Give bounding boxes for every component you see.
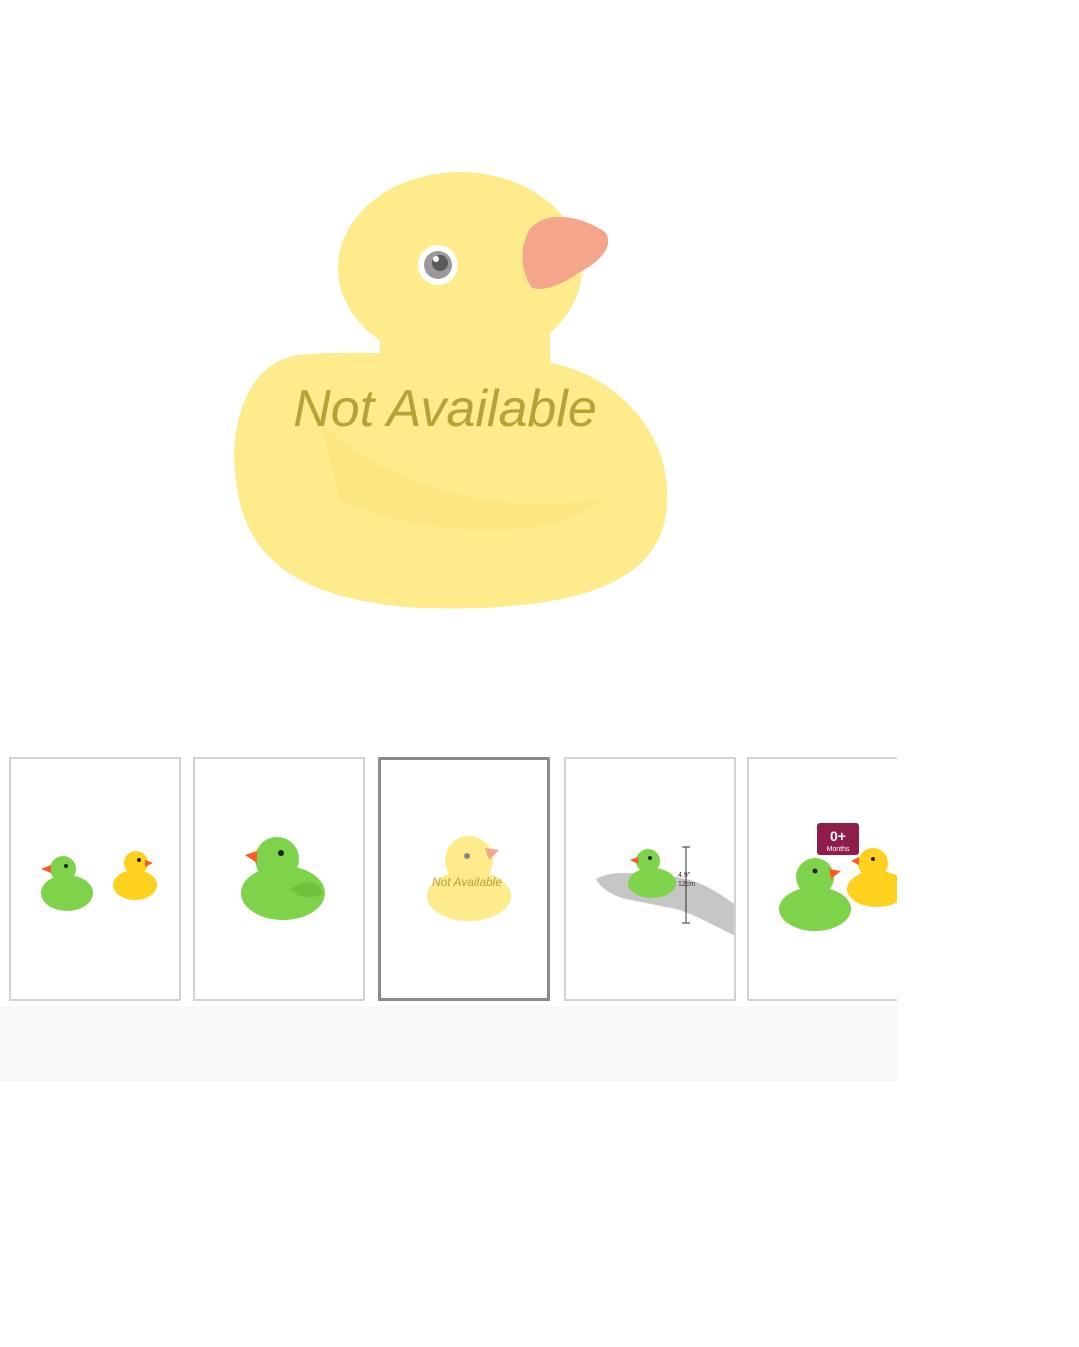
green-duck-icon xyxy=(241,837,325,920)
main-product-image[interactable]: Not Available xyxy=(0,0,897,745)
not-available-overlay: Not Available xyxy=(293,380,597,438)
yellow-duck-not-available-icon: Not Available xyxy=(427,836,511,921)
size-cm-label: 12cm xyxy=(678,881,695,888)
age-badge-sub: Months xyxy=(827,846,850,853)
thumbnail-5[interactable]: 0+ Months xyxy=(747,757,897,1001)
thumbnail-2[interactable] xyxy=(193,757,365,1001)
rubber-duck-icon: Not Available xyxy=(234,172,668,609)
green-and-yellow-ducks-icon xyxy=(41,851,157,911)
thumbnail-3-selected[interactable]: Not Available xyxy=(378,757,550,1001)
product-gallery-page: Not Available Not Available 4.9" 12cm 0+… xyxy=(0,0,1079,1347)
thumbnail-4[interactable]: 4.9" 12cm xyxy=(564,757,736,1001)
size-inches-label: 4.9" xyxy=(678,872,691,879)
thumbnail-not-available-text: Not Available xyxy=(432,875,502,889)
duck-on-hand-size-icon: 4.9" 12cm xyxy=(596,846,734,936)
thumbnail-1[interactable] xyxy=(9,757,181,1001)
thumbnail-strip-footer xyxy=(0,1006,897,1082)
age-badge-ducks-icon: 0+ Months xyxy=(779,823,897,931)
age-badge-main: 0+ xyxy=(830,828,846,844)
